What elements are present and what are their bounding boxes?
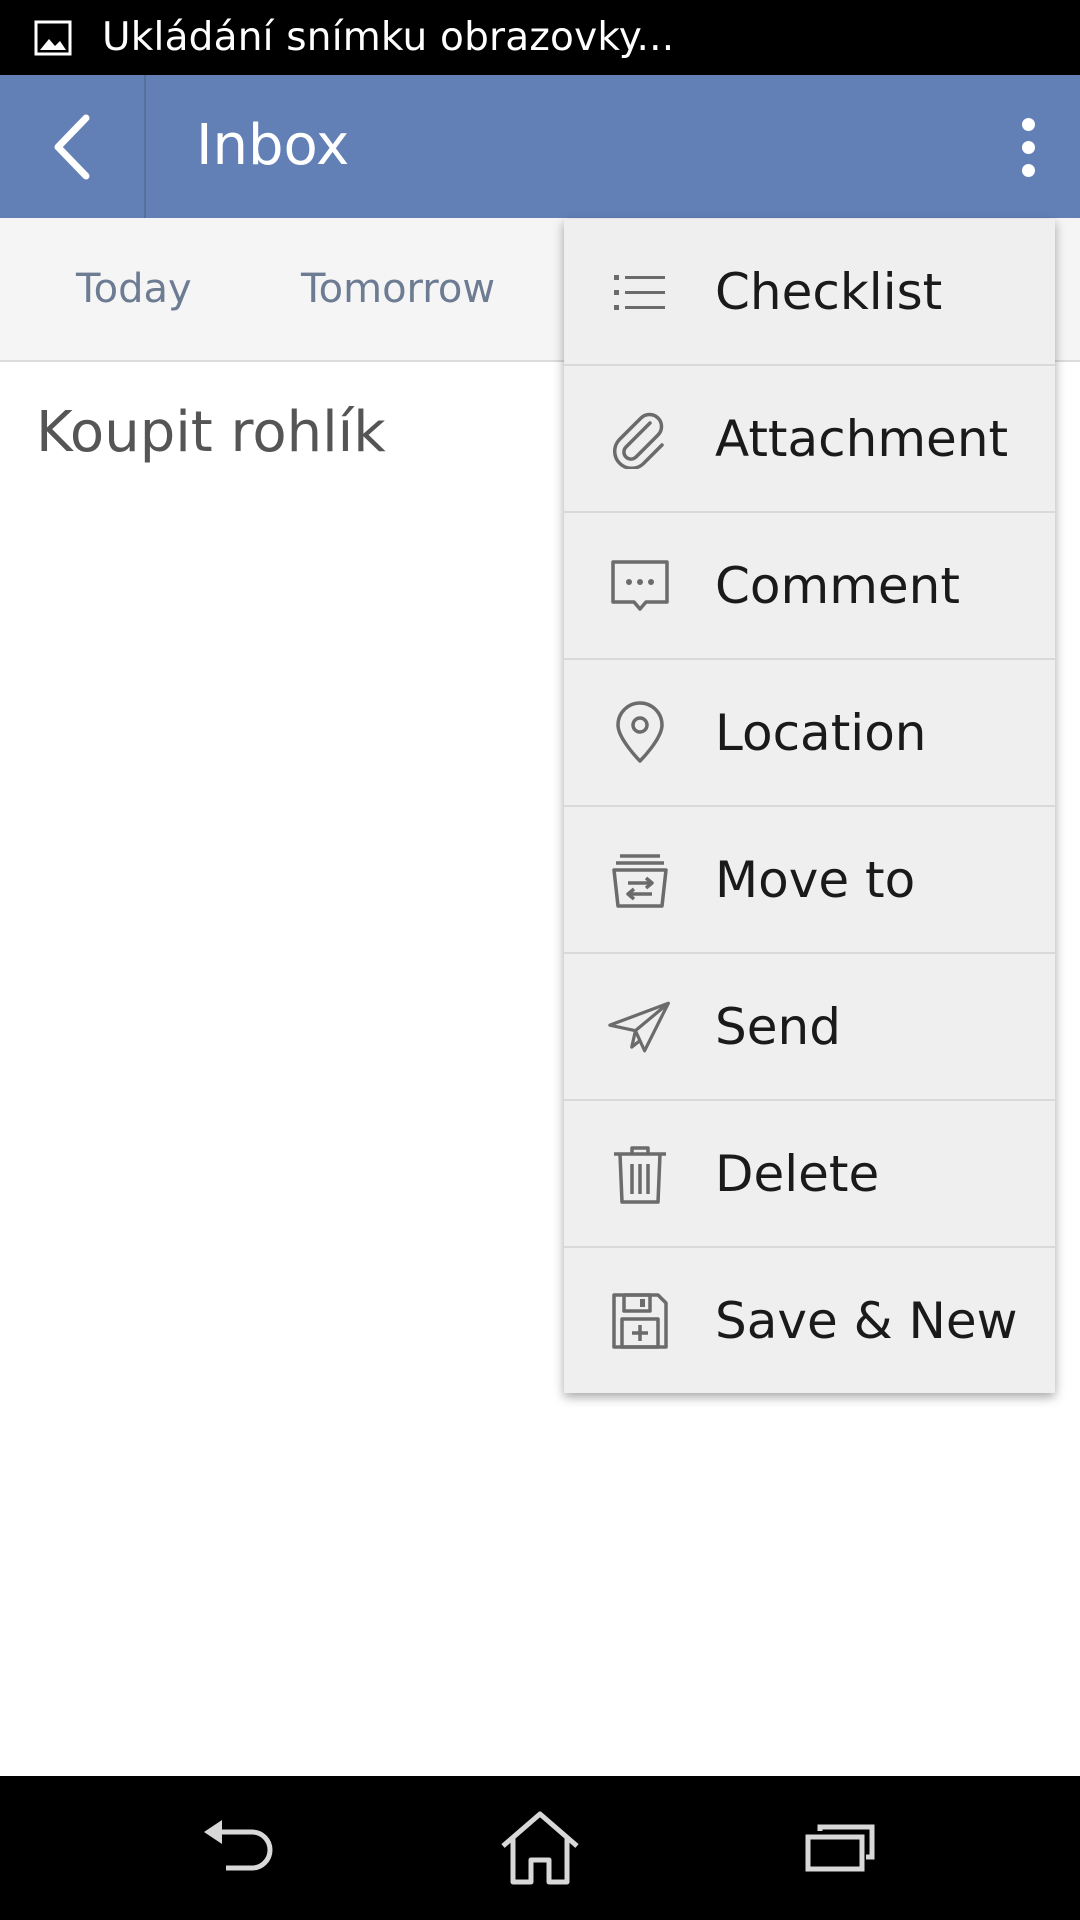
app-bar: Inbox (0, 75, 1080, 218)
nav-home-button[interactable] (490, 1798, 590, 1898)
overflow-menu: Checklist Attachment Comment Location Mo… (564, 219, 1055, 1393)
location-pin-icon (608, 700, 672, 765)
chevron-left-icon (54, 114, 90, 179)
tab-today[interactable]: Today (76, 266, 192, 312)
nav-back-button[interactable] (190, 1798, 290, 1898)
checklist-icon (608, 260, 672, 324)
menu-item-location[interactable]: Location (564, 660, 1055, 807)
more-vert-icon-dot (1021, 140, 1035, 154)
menu-item-attachment[interactable]: Attachment (564, 366, 1055, 513)
recents-icon (805, 1824, 875, 1872)
save-new-icon (608, 1289, 672, 1353)
menu-item-send[interactable]: Send (564, 954, 1055, 1101)
paper-plane-icon (608, 995, 672, 1059)
image-icon (34, 20, 72, 55)
home-icon (501, 1811, 579, 1885)
navigation-bar (0, 1776, 1080, 1920)
app-bar-divider (144, 75, 146, 218)
nav-back-icon (204, 1820, 273, 1871)
menu-item-label: Save & New (715, 1291, 1018, 1350)
menu-item-label: Checklist (715, 262, 943, 321)
tab-tomorrow[interactable]: Tomorrow (301, 266, 495, 312)
menu-item-checklist[interactable]: Checklist (564, 219, 1055, 366)
more-vert-icon (1021, 117, 1035, 131)
menu-item-label: Attachment (715, 409, 1009, 468)
menu-item-label: Comment (715, 556, 960, 615)
more-options-button[interactable] (1002, 95, 1054, 199)
menu-item-comment[interactable]: Comment (564, 513, 1055, 660)
move-to-icon (608, 848, 672, 912)
menu-item-save-new[interactable]: Save & New (564, 1248, 1055, 1393)
back-button[interactable] (0, 75, 144, 218)
menu-item-label: Send (715, 997, 841, 1056)
menu-item-move-to[interactable]: Move to (564, 807, 1055, 954)
comment-icon (608, 554, 672, 618)
paperclip-icon (608, 407, 672, 471)
task-title[interactable]: Koupit rohlík (36, 400, 386, 465)
page-title: Inbox (196, 113, 350, 178)
menu-item-label: Location (715, 703, 927, 762)
menu-item-delete[interactable]: Delete (564, 1101, 1055, 1248)
menu-item-label: Delete (715, 1144, 880, 1203)
menu-item-label: Move to (715, 850, 916, 909)
more-vert-icon-dot (1021, 163, 1035, 177)
trash-icon (608, 1142, 672, 1206)
status-text: Ukládání snímku obrazovky... (102, 15, 675, 60)
nav-recents-button[interactable] (790, 1798, 890, 1898)
status-bar: Ukládání snímku obrazovky... (0, 0, 1080, 75)
